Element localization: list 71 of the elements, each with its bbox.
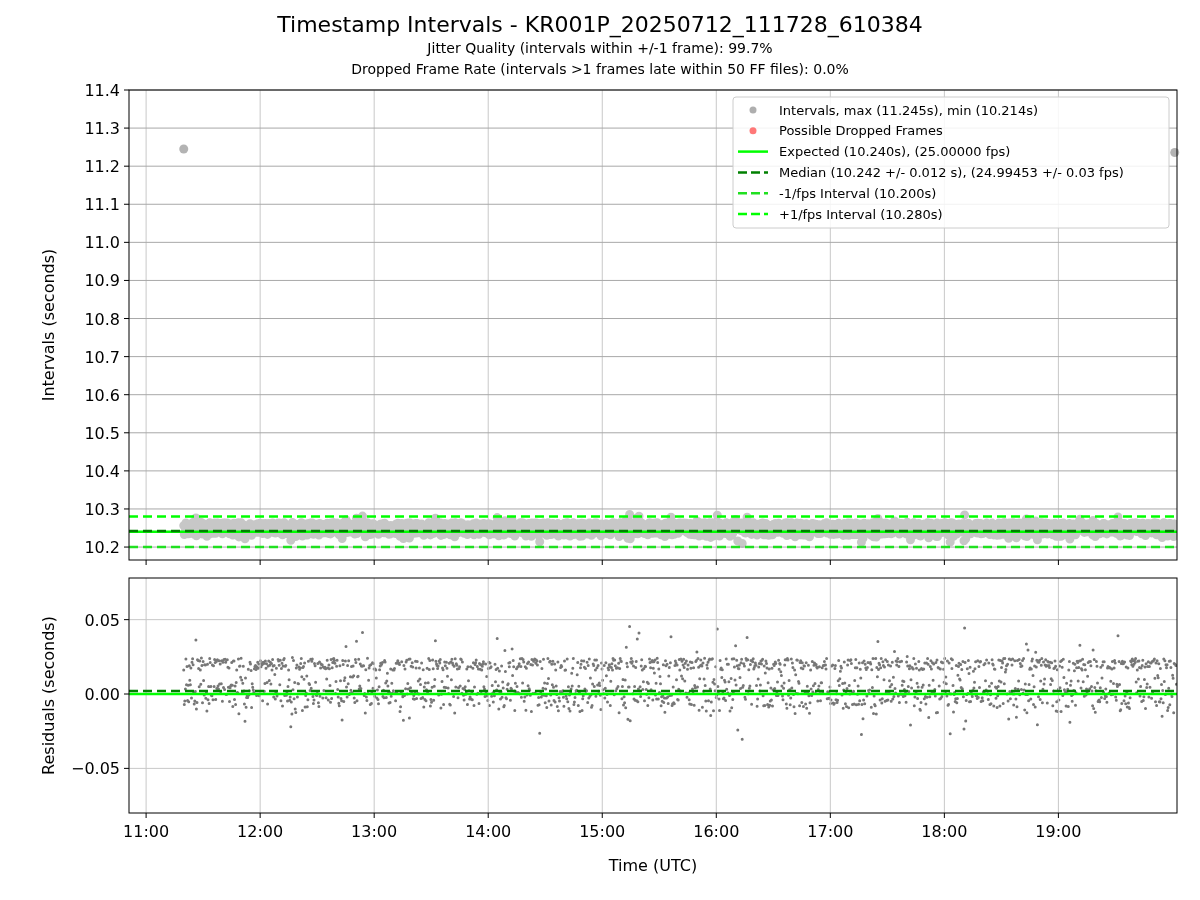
tick-label: 11.0 xyxy=(84,233,120,253)
tick-label: 10.9 xyxy=(84,271,120,291)
axis-label: Time (UTC) xyxy=(608,856,698,875)
legend-label: Possible Dropped Frames xyxy=(779,123,943,139)
tick-mark xyxy=(123,279,130,281)
tick-label: 0.05 xyxy=(84,610,120,630)
tick-mark xyxy=(715,559,717,566)
tick-mark xyxy=(943,559,945,566)
tick-mark xyxy=(123,394,130,396)
tick-label: −0.05 xyxy=(70,759,120,779)
tick-mark xyxy=(601,559,603,566)
tick-label: 11.3 xyxy=(84,119,120,139)
tick-label: 15:00 xyxy=(579,822,626,841)
tick-label: 11.4 xyxy=(84,81,120,100)
tick-label: 10.3 xyxy=(84,499,120,519)
tick-mark xyxy=(145,559,147,566)
legend-label: Expected (10.240s), (25.00000 fps) xyxy=(779,144,1011,160)
tick-mark xyxy=(373,812,375,819)
tick-label: 11.2 xyxy=(84,157,120,177)
chart-title: Timestamp Intervals - KR001P_20250712_111728_610384 xyxy=(277,12,923,38)
tick-label: 10.6 xyxy=(84,385,120,405)
legend-label: -1/fps Interval (10.200s) xyxy=(779,185,937,201)
tick-label: 12:00 xyxy=(237,822,284,841)
tick-label: 0.00 xyxy=(84,685,120,704)
tick-mark xyxy=(123,318,130,320)
tick-label: 13:00 xyxy=(351,822,398,841)
tick-label: 14:00 xyxy=(465,822,512,841)
tick-label: 10.4 xyxy=(84,461,120,481)
tick-mark xyxy=(123,546,130,548)
tick-label: 19:00 xyxy=(1035,822,1082,841)
tick-mark xyxy=(1057,559,1059,566)
tick-mark xyxy=(123,432,130,434)
tick-label: 17:00 xyxy=(807,822,854,841)
legend-label: +1/fps Interval (10.280s) xyxy=(779,206,943,222)
legend-label: Intervals, max (11.245s), min (10.214s) xyxy=(779,102,1038,118)
tick-mark xyxy=(123,693,130,695)
tick-mark xyxy=(123,470,130,472)
tick-label: 11.1 xyxy=(84,195,120,215)
tick-mark xyxy=(373,559,375,566)
tick-mark xyxy=(829,559,831,566)
tick-mark xyxy=(123,165,130,167)
tick-mark xyxy=(487,559,489,566)
tick-label: 18:00 xyxy=(921,822,968,841)
tick-mark xyxy=(123,619,130,621)
axis-label: Residuals (seconds) xyxy=(39,616,58,775)
legend-label: Median (10.242 +/- 0.012 s), (24.99453 +/- 0.03 fps) xyxy=(779,164,1124,180)
tick-mark xyxy=(943,812,945,819)
tick-label: 10.2 xyxy=(84,538,120,558)
tick-mark xyxy=(259,559,261,566)
tick-mark xyxy=(145,812,147,819)
tick-mark xyxy=(123,508,130,510)
tick-mark xyxy=(487,812,489,819)
tick-label: 11:00 xyxy=(123,822,170,841)
chart-subtitle: Jitter Quality (intervals within +/-1 frame): 99.7% xyxy=(427,39,773,58)
tick-mark xyxy=(123,89,130,91)
tick-mark xyxy=(259,812,261,819)
chart-subtitle: Dropped Frame Rate (intervals >1 frames late within 50 FF files): 0.0% xyxy=(351,60,849,79)
tick-mark xyxy=(123,767,130,769)
tick-mark xyxy=(715,812,717,819)
tick-mark xyxy=(1057,812,1059,819)
tick-mark xyxy=(123,356,130,358)
tick-mark xyxy=(123,127,130,129)
tick-label: 10.8 xyxy=(84,309,120,329)
tick-mark xyxy=(829,812,831,819)
tick-mark xyxy=(123,203,130,205)
axis-label: Intervals (seconds) xyxy=(39,248,58,402)
tick-mark xyxy=(123,241,130,243)
tick-label: 10.5 xyxy=(84,423,120,443)
tick-label: 10.7 xyxy=(84,347,120,367)
tick-label: 16:00 xyxy=(693,822,740,841)
tick-mark xyxy=(601,812,603,819)
